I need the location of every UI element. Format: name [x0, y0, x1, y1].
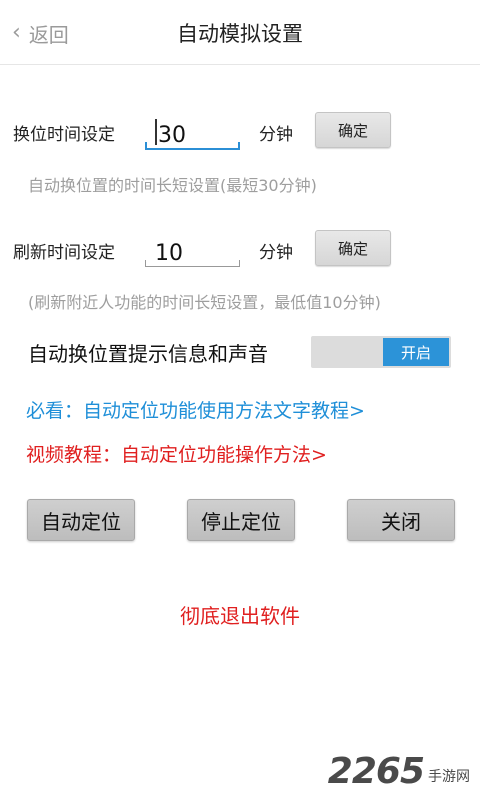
- refresh-interval-value: 10: [155, 241, 183, 266]
- watermark-sub: 手游网: [428, 769, 470, 785]
- shift-interval-underline: [145, 142, 240, 150]
- stop-locate-button[interactable]: 停止定位: [187, 499, 295, 541]
- shift-interval-label: 换位时间设定: [13, 125, 115, 145]
- shift-interval-hint: 自动换位置的时间长短设置(最短30分钟): [28, 176, 317, 195]
- auto-locate-button[interactable]: 自动定位: [27, 499, 135, 541]
- top-bar: ‹ 返回 自动模拟设置: [0, 0, 480, 65]
- refresh-interval-label: 刷新时间设定: [13, 243, 115, 263]
- notify-toggle-knob: 开启: [383, 338, 449, 366]
- refresh-interval-unit: 分钟: [259, 243, 293, 263]
- watermark-brand: 2265: [327, 751, 425, 792]
- page-title: 自动模拟设置: [177, 22, 303, 46]
- notify-toggle-label: 自动换位置提示信息和声音: [28, 342, 268, 366]
- refresh-interval-hint: (刷新附近人功能的时间长短设置，最低值10分钟): [28, 293, 381, 312]
- shift-interval-unit: 分钟: [259, 125, 293, 145]
- text-caret: [155, 119, 157, 145]
- refresh-interval-confirm-button[interactable]: 确定: [315, 230, 391, 266]
- shift-interval-confirm-button[interactable]: 确定: [315, 112, 391, 148]
- video-tutorial-link[interactable]: 视频教程：自动定位功能操作方法>: [26, 440, 327, 467]
- notify-toggle[interactable]: 开启: [311, 336, 451, 368]
- shift-interval-value: 30: [158, 123, 186, 148]
- close-button[interactable]: 关闭: [347, 499, 455, 541]
- watermark-logo: 2265 手游网: [328, 751, 470, 792]
- refresh-interval-input[interactable]: 10: [145, 228, 240, 266]
- refresh-interval-underline: [145, 260, 240, 267]
- exit-app-link[interactable]: 彻底退出软件: [0, 600, 480, 629]
- shift-interval-input[interactable]: 30: [145, 110, 240, 148]
- text-tutorial-link[interactable]: 必看：自动定位功能使用方法文字教程>: [26, 396, 365, 423]
